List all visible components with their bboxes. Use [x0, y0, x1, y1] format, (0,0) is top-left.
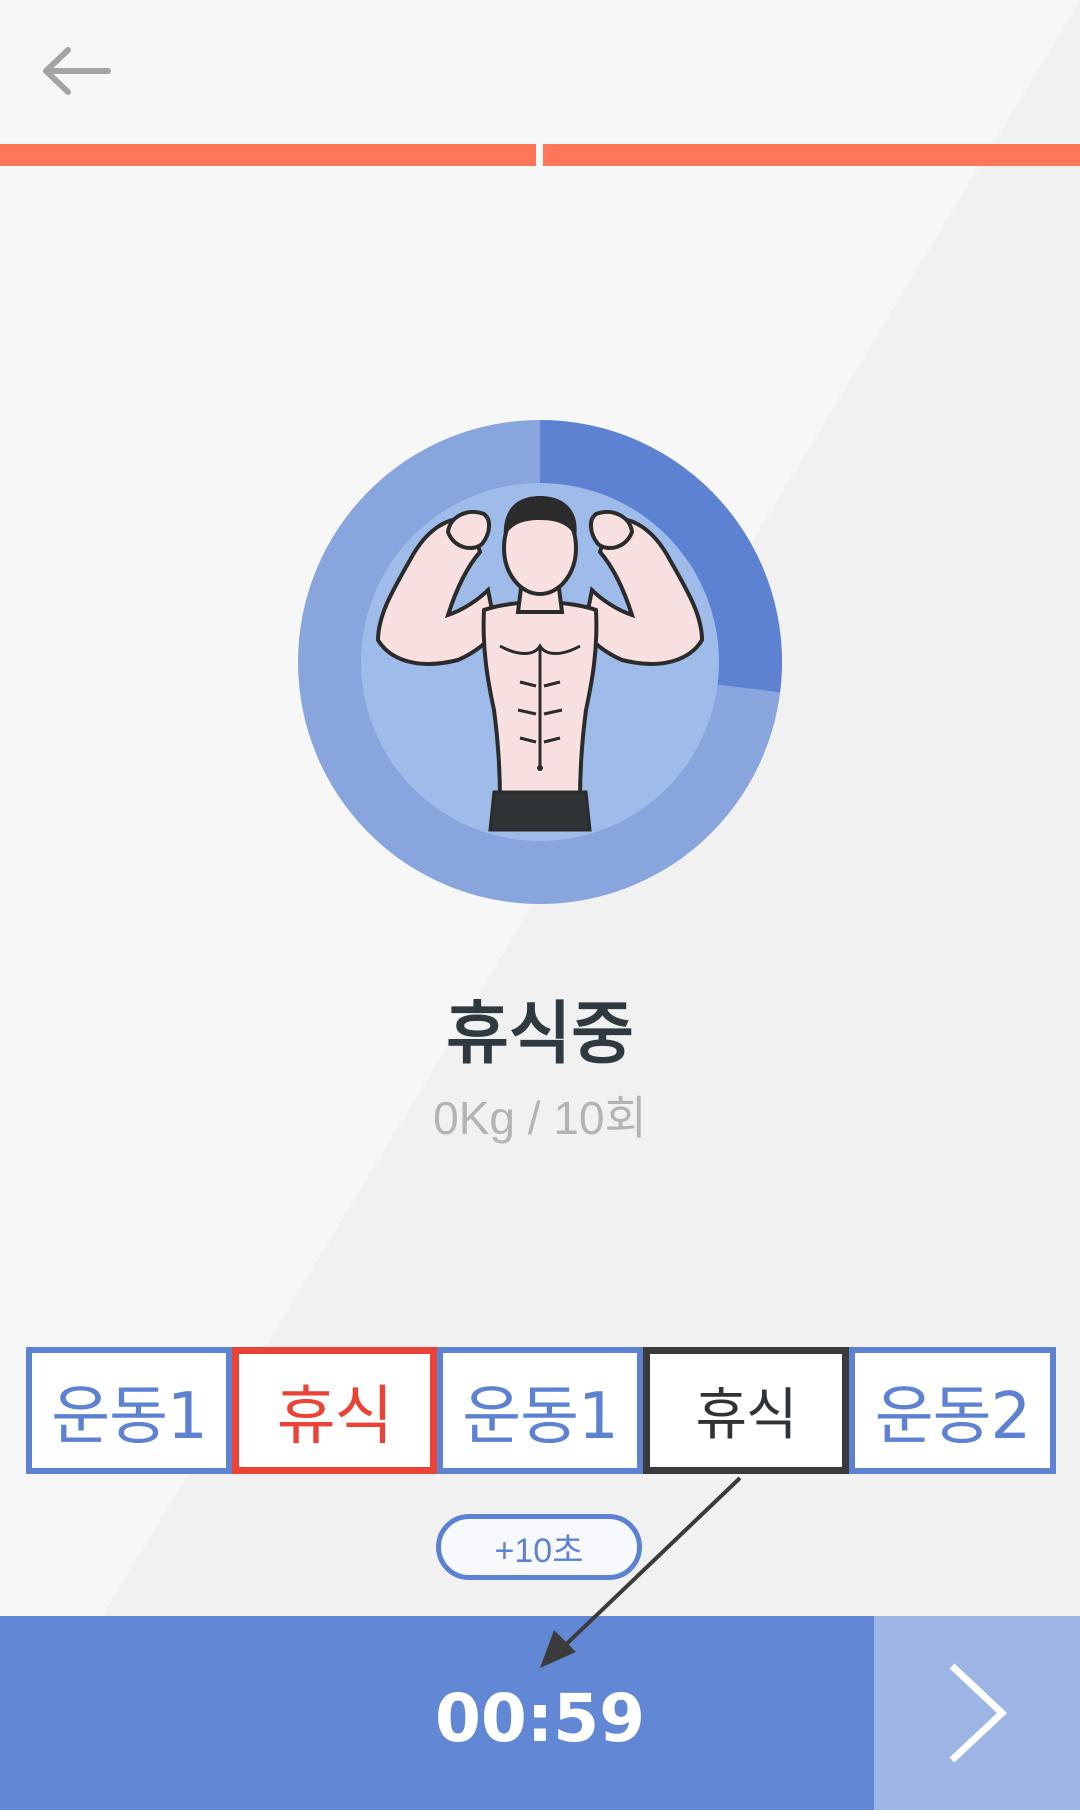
session-progress-bar	[0, 144, 1080, 166]
arrow-left-icon	[43, 47, 111, 95]
status-title: 휴식중	[446, 995, 634, 1074]
phase-sequence: 운동1 휴식 운동1 휴식 운동2	[26, 1347, 1056, 1474]
rest-timer-ring	[298, 420, 782, 904]
phase-rest-next[interactable]: 휴식	[643, 1347, 849, 1474]
add-10-seconds-button[interactable]: +10초	[436, 1514, 642, 1580]
phase-exercise-1[interactable]: 운동1	[26, 1347, 232, 1474]
chevron-right-icon	[949, 1663, 1008, 1763]
progress-segment	[0, 144, 536, 166]
set-detail: 0Kg / 10회	[433, 1092, 647, 1144]
phase-exercise-1-repeat[interactable]: 운동1	[437, 1347, 643, 1474]
phase-exercise-2[interactable]: 운동2	[849, 1347, 1056, 1474]
bottom-bar: 00:59	[0, 1616, 1080, 1810]
back-button[interactable]	[28, 36, 124, 106]
next-button[interactable]	[874, 1616, 1080, 1810]
rest-timer: 00:59	[0, 1616, 874, 1810]
progress-segment	[543, 144, 1080, 166]
phase-rest-current[interactable]: 휴식	[232, 1347, 437, 1474]
timer-text: 00:59	[434, 1679, 646, 1757]
